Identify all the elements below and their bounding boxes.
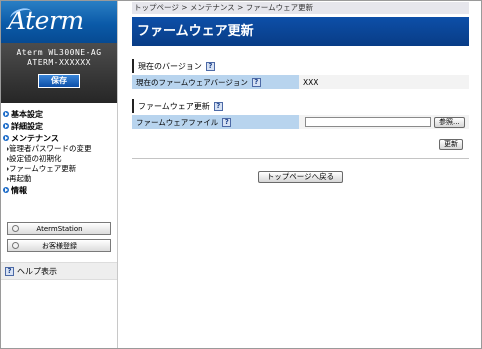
help-icon[interactable]: ? [205, 61, 215, 71]
help-toggle[interactable]: ? ヘルプ表示 [1, 262, 117, 280]
button-label: AtermStation [36, 224, 83, 233]
scrollbar[interactable] [471, 1, 481, 348]
help-icon: ? [5, 266, 14, 276]
section-firmware-update: ファームウェア更新 ? [132, 99, 469, 113]
device-id: ATERM-XXXXXX [27, 58, 91, 67]
nav-label: 情報 [11, 185, 27, 195]
nav-label: 詳細設定 [11, 121, 43, 131]
save-button[interactable]: 保存 [38, 74, 80, 88]
nav-item-basic-settings[interactable]: 基本設定 [1, 108, 117, 120]
aterm-logo: Aterm [8, 5, 84, 35]
sidebar: Aterm Aterm WL300NE-AG ATERM-XXXXXX 保存 基… [1, 1, 118, 348]
side-buttons: AtermStation お客様登録 [1, 216, 117, 252]
nav-subitem-reboot[interactable]: 再起動 [1, 174, 117, 184]
label-text: ファームウェアファイル [136, 117, 219, 127]
model-info: Aterm WL300NE-AG ATERM-XXXXXX 保存 [1, 43, 117, 103]
breadcrumb: トップページ > メンテナンス > ファームウェア更新 [132, 2, 469, 14]
nav-subitem-admin-password[interactable]: 管理者パスワードの変更 [1, 144, 117, 154]
help-icon[interactable]: ? [251, 77, 261, 87]
field-label: ファームウェアファイル ? [132, 115, 299, 129]
section-heading: ファームウェア更新 [138, 101, 210, 111]
main-content: トップページ > メンテナンス > ファームウェア更新 ファームウェア更新 現在… [132, 1, 469, 183]
nav-item-detail-settings[interactable]: 詳細設定 [1, 120, 117, 132]
nav-subitem-firmware-update[interactable]: ファームウェア更新 [1, 164, 117, 174]
nav-subitem-reset-settings[interactable]: 設定値の初期化 [1, 154, 117, 164]
circle-icon [12, 242, 19, 249]
nav-item-info[interactable]: 情報 [1, 184, 117, 196]
logo-area: Aterm [1, 1, 117, 43]
atermstation-button[interactable]: AtermStation [7, 222, 111, 235]
back-row: トップページへ戻る [132, 171, 469, 183]
help-icon[interactable]: ? [222, 117, 232, 127]
nav-menu: 基本設定 詳細設定 メンテナンス 管理者パスワードの変更 設定値の初期化 ファー… [1, 103, 117, 196]
firmware-file-cell: 参照... [299, 115, 469, 129]
section-heading: 現在のバージョン [138, 61, 202, 71]
divider [132, 158, 469, 159]
firmware-file-row: ファームウェアファイル ? 参照... [132, 115, 469, 129]
firmware-file-input[interactable] [305, 117, 431, 127]
model-name: Aterm WL300NE-AG [16, 48, 102, 57]
nav-label: メンテナンス [11, 133, 59, 143]
button-label: お客様登録 [42, 241, 77, 250]
help-icon[interactable]: ? [213, 101, 223, 111]
browse-button[interactable]: 参照... [434, 116, 465, 128]
current-version-value: XXX [299, 75, 469, 89]
customer-registration-button[interactable]: お客様登録 [7, 239, 111, 252]
arrow-bullet-icon [3, 111, 9, 117]
current-version-row: 現在のファームウェアバージョン ? XXX [132, 75, 469, 89]
arrow-bullet-icon [3, 135, 9, 141]
field-label: 現在のファームウェアバージョン ? [132, 75, 299, 89]
page-title: ファームウェア更新 [132, 17, 469, 46]
update-button[interactable]: 更新 [439, 139, 463, 150]
arrow-bullet-icon [3, 187, 9, 193]
help-label: ヘルプ表示 [17, 266, 57, 276]
section-current-version: 現在のバージョン ? [132, 59, 469, 73]
back-to-top-button[interactable]: トップページへ戻る [257, 171, 344, 183]
arrow-bullet-icon [3, 123, 9, 129]
nav-item-maintenance[interactable]: メンテナンス [1, 132, 117, 144]
nav-label: 基本設定 [11, 109, 43, 119]
update-row: 更新 [132, 139, 469, 150]
circle-icon [12, 225, 19, 232]
label-text: 現在のファームウェアバージョン [136, 77, 248, 87]
